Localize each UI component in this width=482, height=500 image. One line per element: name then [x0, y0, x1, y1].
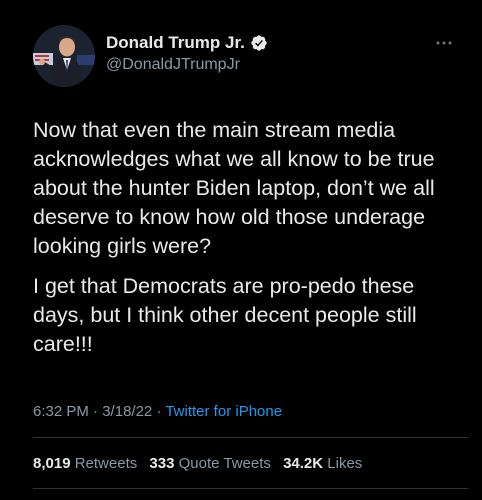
likes-label: Likes — [327, 455, 363, 472]
author-name[interactable]: Donald Trump Jr. — [106, 33, 245, 53]
quote-tweets-count: 333 — [149, 455, 175, 472]
engagement-stats: 8,019 Retweets 333 Quote Tweets 34.2K Li… — [33, 455, 370, 472]
divider — [33, 437, 468, 438]
author-handle[interactable]: @DonaldJTrumpJr — [106, 56, 240, 74]
tweet-time[interactable]: 6:32 PM — [33, 403, 89, 420]
likes-stat[interactable]: 34.2K Likes — [283, 455, 362, 472]
avatar[interactable] — [33, 25, 95, 87]
tweet-date[interactable]: 3/18/22 — [102, 403, 152, 420]
quote-tweets-stat[interactable]: 333 Quote Tweets — [149, 455, 270, 472]
quote-tweets-label: Quote Tweets — [178, 455, 271, 472]
tweet-source-link[interactable]: Twitter for iPhone — [165, 403, 282, 420]
avatar-photo — [33, 25, 95, 87]
meta-separator: · — [156, 403, 162, 420]
verified-badge-icon — [251, 35, 267, 51]
author-name-row[interactable]: Donald Trump Jr. — [106, 33, 268, 53]
more-options-icon[interactable] — [436, 33, 452, 48]
tweet-paragraph: Now that even the main stream media ackn… — [33, 118, 435, 258]
tweet-card: Donald Trump Jr. @DonaldJTrumpJr Now tha… — [0, 0, 482, 500]
meta-separator: · — [93, 403, 99, 420]
retweets-count: 8,019 — [33, 455, 71, 472]
divider — [33, 488, 468, 489]
tweet-text: Now that even the main stream media ackn… — [33, 116, 463, 370]
likes-count: 34.2K — [283, 455, 324, 472]
retweets-stat[interactable]: 8,019 Retweets — [33, 455, 137, 472]
tweet-meta: 6:32 PM · 3/18/22 · Twitter for iPhone — [33, 403, 282, 420]
tweet-paragraph: I get that Democrats are pro-pedo these … — [33, 274, 417, 356]
retweets-label: Retweets — [74, 455, 138, 472]
